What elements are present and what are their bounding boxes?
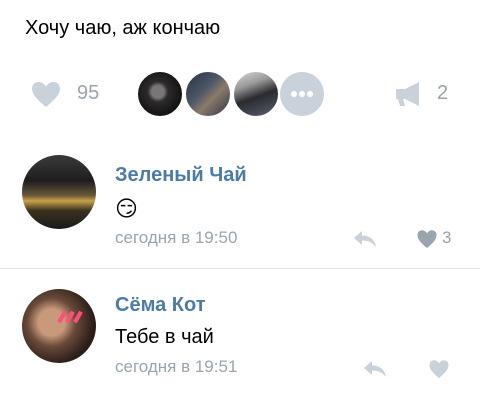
more-dots-icon[interactable]: [280, 72, 324, 116]
avatar[interactable]: [22, 289, 96, 363]
post-text: Хочу чаю, аж кончаю: [25, 17, 221, 39]
comment-likes-count: 3: [442, 228, 452, 247]
reply-icon[interactable]: [352, 229, 378, 249]
shares-count: 2: [437, 82, 449, 104]
reply-icon[interactable]: [362, 359, 388, 379]
heart-icon[interactable]: [30, 80, 62, 108]
heart-icon[interactable]: [428, 359, 450, 379]
comment-divider: [0, 268, 480, 269]
liker-avatar[interactable]: [136, 70, 184, 118]
megaphone-icon[interactable]: [393, 81, 425, 107]
comment-author[interactable]: Зеленый Чай: [115, 164, 247, 187]
comment-timestamp[interactable]: сегодня в 19:51: [115, 357, 237, 377]
comment-text: Тебе в чай: [115, 326, 214, 348]
liker-avatar[interactable]: [232, 70, 280, 118]
comment-author[interactable]: Сёма Кот: [115, 294, 206, 317]
avatar[interactable]: [22, 155, 96, 229]
likes-count: 95: [77, 82, 100, 104]
liker-avatar[interactable]: [184, 70, 232, 118]
comment-emoji: 😏: [115, 196, 138, 221]
comment-timestamp[interactable]: сегодня в 19:50: [115, 228, 237, 248]
heart-icon[interactable]: [416, 229, 438, 249]
